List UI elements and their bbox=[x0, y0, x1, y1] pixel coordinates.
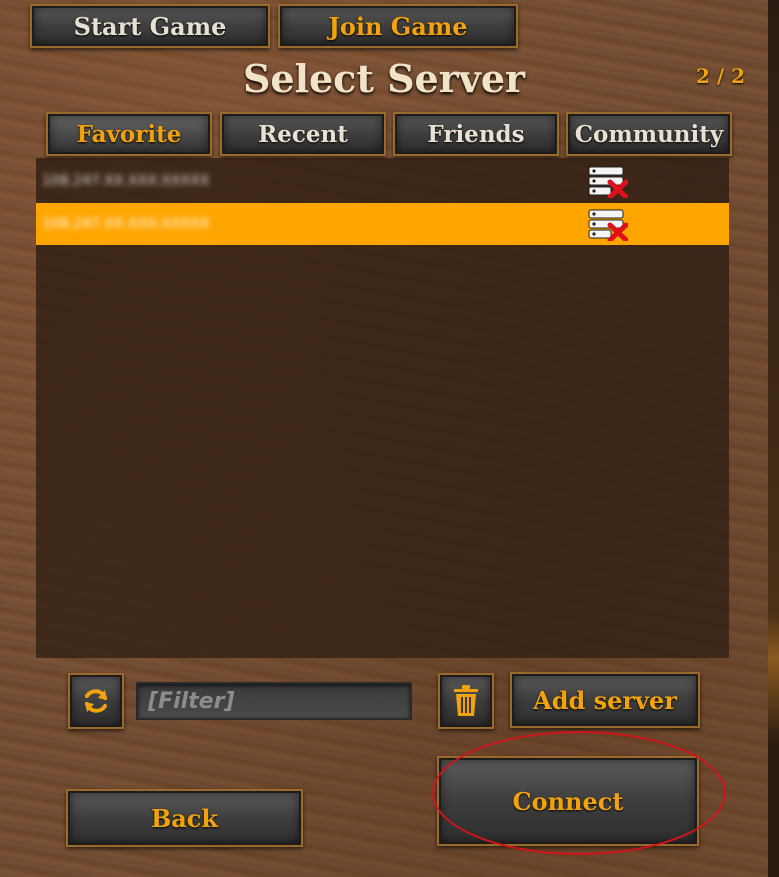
trash-icon bbox=[454, 685, 478, 716]
join-game-tab[interactable]: Join Game bbox=[278, 4, 518, 48]
server-row[interactable]: 108.247.XX.XXX:XXXXX bbox=[36, 160, 729, 202]
page-indicator: 2 / 2 bbox=[695, 64, 745, 88]
tab-community[interactable]: Community bbox=[566, 112, 732, 156]
filter-input[interactable] bbox=[136, 682, 412, 720]
back-button[interactable]: Back bbox=[66, 789, 303, 847]
tab-recent-label: Recent bbox=[258, 120, 348, 148]
refresh-button[interactable] bbox=[68, 673, 124, 729]
server-address: 108.247.XX.XXX:XXXXX bbox=[42, 173, 210, 189]
start-game-tab[interactable]: Start Game bbox=[30, 4, 270, 48]
join-game-label: Join Game bbox=[328, 11, 468, 41]
highlight-circle-annotation bbox=[432, 731, 726, 855]
page-title: Select Server bbox=[242, 56, 526, 101]
tab-favorite[interactable]: Favorite bbox=[46, 112, 212, 156]
server-row-selected[interactable]: 108.247.XX.XXX:XXXXX bbox=[36, 203, 729, 245]
tab-recent[interactable]: Recent bbox=[220, 112, 386, 156]
delete-server-button[interactable] bbox=[438, 673, 494, 729]
background-edge bbox=[768, 0, 779, 877]
tab-favorite-label: Favorite bbox=[76, 120, 182, 148]
add-server-button[interactable]: Add server bbox=[510, 672, 700, 728]
server-address: 108.247.XX.XXX:XXXXX bbox=[42, 216, 210, 232]
refresh-icon bbox=[85, 689, 107, 713]
tab-community-label: Community bbox=[574, 120, 724, 148]
server-offline-icon[interactable] bbox=[588, 166, 628, 198]
add-server-label: Add server bbox=[533, 685, 677, 715]
server-offline-icon[interactable] bbox=[588, 209, 628, 241]
tab-friends[interactable]: Friends bbox=[393, 112, 559, 156]
tab-friends-label: Friends bbox=[427, 120, 525, 148]
back-label: Back bbox=[150, 803, 219, 833]
server-list[interactable]: 108.247.XX.XXX:XXXXX 108.247.XX.XXX:XXXX… bbox=[36, 158, 729, 658]
start-game-label: Start Game bbox=[73, 11, 227, 41]
